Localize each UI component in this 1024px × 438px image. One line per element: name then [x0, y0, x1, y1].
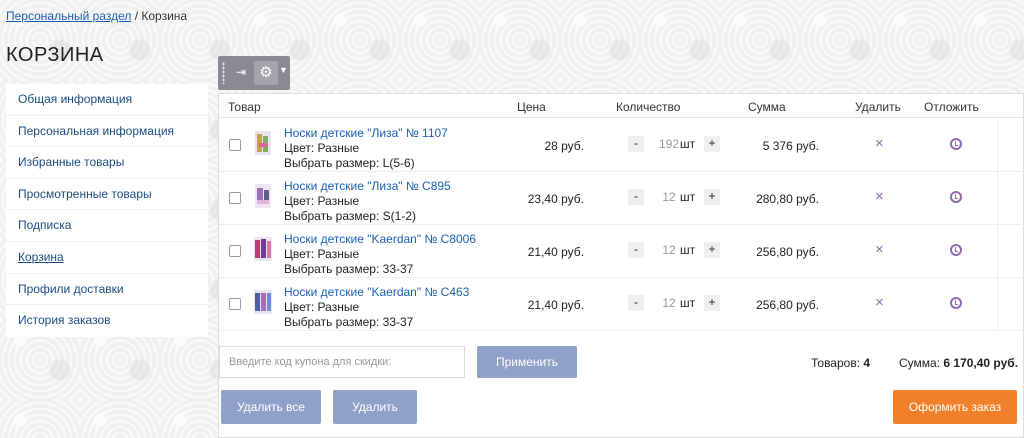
sidebar-item-subscription[interactable]: Подписка	[6, 210, 208, 242]
product-thumbnail[interactable]	[252, 129, 274, 157]
delete-selected-button[interactable]: Удалить	[333, 390, 417, 424]
qty-minus-button[interactable]: -	[628, 189, 644, 205]
checkout-button[interactable]: Оформить заказ	[893, 390, 1017, 424]
chevron-down-icon[interactable]: ▼	[279, 65, 288, 75]
qty-plus-button[interactable]: +	[704, 242, 720, 258]
product-size: Выбрать размер: L(5-6)	[284, 156, 415, 170]
breadcrumb: Персональный раздел / Корзина	[6, 9, 187, 23]
clock-icon[interactable]	[950, 138, 962, 150]
qty-minus-button[interactable]: -	[628, 295, 644, 311]
table-row: Носки детские "Kaerdan" № C8006 Цвет: Ра…	[219, 225, 1024, 278]
page-title: КОРЗИНА	[6, 44, 104, 66]
row-sum: 256,80 руб.	[756, 298, 819, 312]
qty-minus-button[interactable]: -	[628, 242, 644, 258]
product-color: Цвет: Разные	[284, 194, 360, 208]
items-total: Товаров: 4	[811, 356, 870, 370]
qty-plus-button[interactable]: +	[704, 136, 720, 152]
qty-plus-button[interactable]: +	[704, 295, 720, 311]
row-checkbox[interactable]	[229, 192, 241, 204]
product-price: 28 руб.	[544, 139, 584, 153]
sidebar: Общая информация Персональная информация…	[6, 84, 208, 337]
table-row: Носки детские "Kaerdan" № C463 Цвет: Раз…	[219, 278, 1024, 331]
sidebar-item-favorites[interactable]: Избранные товары	[6, 147, 208, 179]
product-price: 21,40 руб.	[527, 245, 584, 259]
table-row: Носки детские "Лиза" № C895 Цвет: Разные…	[219, 172, 1024, 225]
product-color: Цвет: Разные	[284, 300, 360, 314]
clock-icon[interactable]	[950, 244, 962, 256]
column-header-later: Отложить	[924, 100, 979, 114]
product-name-link[interactable]: Носки детские "Лиза" № 1107	[284, 126, 448, 140]
column-header-delete: Удалить	[855, 100, 901, 114]
pin-icon[interactable]: ⇥	[236, 65, 246, 79]
items-total-label: Товаров:	[811, 356, 861, 370]
delete-all-button[interactable]: Удалить все	[221, 390, 321, 424]
column-header-sum: Сумма	[748, 100, 786, 114]
product-thumbnail[interactable]	[252, 182, 274, 210]
sum-total: Сумма: 6 170,40 руб.	[899, 356, 1018, 370]
drag-handle-icon[interactable]	[222, 62, 225, 84]
sum-total-label: Сумма:	[899, 356, 941, 370]
table-row: Носки детские "Лиза" № 1107 Цвет: Разные…	[219, 119, 1024, 172]
qty-minus-button[interactable]: -	[628, 136, 644, 152]
table-header: Товар Цена Количество Сумма Удалить Отло…	[219, 94, 1024, 118]
row-sum: 280,80 руб.	[756, 192, 819, 206]
sum-total-value: 6 170,40 руб.	[943, 356, 1019, 370]
cart-table: Товар Цена Количество Сумма Удалить Отло…	[218, 93, 1024, 438]
delete-icon[interactable]: ×	[875, 294, 884, 311]
sidebar-item-general[interactable]: Общая информация	[6, 84, 208, 116]
product-color: Цвет: Разные	[284, 141, 360, 155]
clock-icon[interactable]	[950, 191, 962, 203]
product-price: 21,40 руб.	[527, 298, 584, 312]
edit-toolbar: ⇥ ⚙ ▼	[218, 56, 290, 90]
product-name-link[interactable]: Носки детские "Лиза" № C895	[284, 179, 451, 193]
column-header-price: Цена	[517, 100, 546, 114]
sidebar-item-cart[interactable]: Корзина	[6, 242, 208, 274]
row-checkbox[interactable]	[229, 245, 241, 257]
product-size: Выбрать размер: 33-37	[284, 262, 414, 276]
column-header-product: Товар	[228, 100, 261, 114]
row-checkbox[interactable]	[229, 298, 241, 310]
qty-unit: шт	[680, 190, 696, 204]
breadcrumb-current: Корзина	[141, 9, 188, 23]
coupon-input[interactable]: Введите код купона для скидки:	[219, 346, 465, 378]
qty-plus-button[interactable]: +	[704, 189, 720, 205]
qty-unit: шт	[680, 296, 696, 310]
qty-unit: шт	[680, 243, 696, 257]
product-color: Цвет: Разные	[284, 247, 360, 261]
clock-icon[interactable]	[950, 297, 962, 309]
breadcrumb-separator: /	[131, 9, 142, 23]
product-price: 23,40 руб.	[527, 192, 584, 206]
product-thumbnail[interactable]	[252, 235, 274, 263]
delete-icon[interactable]: ×	[875, 135, 884, 152]
product-size: Выбрать размер: 33-37	[284, 315, 414, 329]
sidebar-item-delivery-profiles[interactable]: Профили доставки	[6, 274, 208, 306]
sidebar-item-viewed[interactable]: Просмотренные товары	[6, 179, 208, 211]
product-size: Выбрать размер: S(1-2)	[284, 209, 416, 223]
sidebar-item-order-history[interactable]: История заказов	[6, 305, 208, 337]
qty-unit: шт	[680, 137, 696, 151]
gear-icon[interactable]: ⚙	[254, 61, 278, 85]
apply-coupon-button[interactable]: Применить	[477, 346, 577, 378]
delete-icon[interactable]: ×	[875, 241, 884, 258]
sidebar-item-personal[interactable]: Персональная информация	[6, 116, 208, 148]
column-divider	[997, 118, 998, 330]
row-sum: 256,80 руб.	[756, 245, 819, 259]
row-checkbox[interactable]	[229, 139, 241, 151]
product-name-link[interactable]: Носки детские "Kaerdan" № C463	[284, 285, 469, 299]
product-thumbnail[interactable]	[252, 288, 274, 316]
delete-icon[interactable]: ×	[875, 188, 884, 205]
product-name-link[interactable]: Носки детские "Kaerdan" № C8006	[284, 232, 476, 246]
items-total-count: 4	[863, 356, 871, 370]
breadcrumb-link-personal[interactable]: Персональный раздел	[6, 9, 131, 23]
column-header-qty: Количество	[616, 100, 681, 114]
row-sum: 5 376 руб.	[762, 139, 819, 153]
